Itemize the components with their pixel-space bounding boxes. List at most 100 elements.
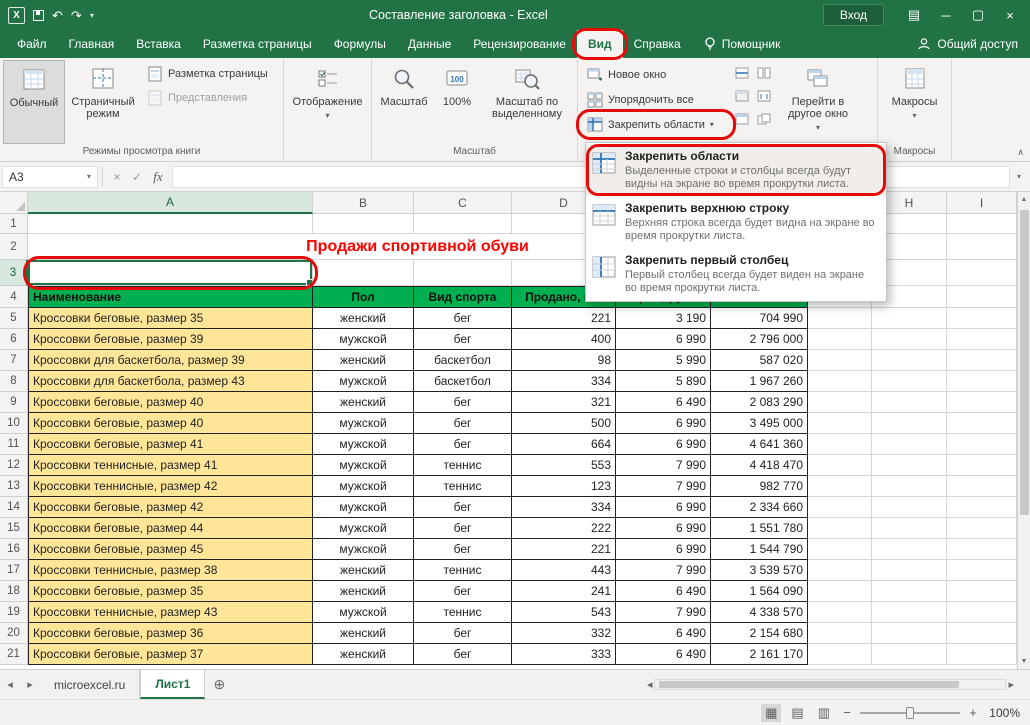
cell-F17[interactable]: 3 539 570: [711, 560, 808, 581]
cell-F6[interactable]: 2 796 000: [711, 329, 808, 350]
cell-E6[interactable]: 6 990: [616, 329, 711, 350]
switch-windows-button[interactable]: Перейти в другое окно ▾: [775, 60, 861, 144]
show-dropdown-button[interactable]: Отображение ▾: [288, 60, 368, 156]
macros-button[interactable]: Макросы ▾: [883, 60, 947, 144]
cell-C9[interactable]: бег: [414, 392, 512, 413]
cell-A14[interactable]: Кроссовки беговые, размер 42: [28, 497, 313, 518]
freeze-menu-item-0[interactable]: Закрепить областиВыделенные строки и сто…: [586, 144, 886, 196]
cell-F10[interactable]: 3 495 000: [711, 413, 808, 434]
row-header-21[interactable]: 21: [0, 644, 28, 665]
ribbon-tab-insert[interactable]: Вставка: [125, 30, 192, 58]
col-header-C[interactable]: C: [414, 192, 512, 214]
cell-B7[interactable]: женский: [313, 350, 414, 371]
cell-D10[interactable]: 500: [512, 413, 616, 434]
share-button[interactable]: Общий доступ: [905, 30, 1030, 58]
cell-C5[interactable]: бег: [414, 308, 512, 329]
cell-G6[interactable]: [808, 329, 872, 350]
chevron-down-icon[interactable]: ▾: [87, 172, 91, 181]
collapse-ribbon-icon[interactable]: ∧: [1017, 147, 1024, 158]
custom-views-button[interactable]: Представления: [141, 86, 274, 110]
scroll-left-icon[interactable]: ◂: [647, 678, 653, 691]
row-header-17[interactable]: 17: [0, 560, 28, 581]
cell-D21[interactable]: 333: [512, 644, 616, 665]
cell-F19[interactable]: 4 338 570: [711, 602, 808, 623]
insert-function-icon[interactable]: fx: [147, 169, 169, 185]
horizontal-scrollbar[interactable]: ◂ ▸: [647, 670, 1030, 699]
row-header-2[interactable]: 2: [0, 234, 28, 260]
cell-D7[interactable]: 98: [512, 350, 616, 371]
cell-F5[interactable]: 704 990: [711, 308, 808, 329]
cell-F8[interactable]: 1 967 260: [711, 371, 808, 392]
cell-F15[interactable]: 1 551 780: [711, 518, 808, 539]
cell-H9[interactable]: [872, 392, 947, 413]
cell-F18[interactable]: 1 564 090: [711, 581, 808, 602]
cell-A6[interactable]: Кроссовки беговые, размер 39: [28, 329, 313, 350]
cell-G21[interactable]: [808, 644, 872, 665]
cell-A1[interactable]: [28, 214, 313, 234]
cell-E11[interactable]: 6 990: [616, 434, 711, 455]
cell-C18[interactable]: бег: [414, 581, 512, 602]
cell-I9[interactable]: [947, 392, 1017, 413]
cell-E13[interactable]: 7 990: [616, 476, 711, 497]
cell-I7[interactable]: [947, 350, 1017, 371]
cell-B1[interactable]: [313, 214, 414, 234]
cell-E5[interactable]: 3 190: [616, 308, 711, 329]
cell-A5[interactable]: Кроссовки беговые, размер 35: [28, 308, 313, 329]
cell-C17[interactable]: теннис: [414, 560, 512, 581]
cell-G9[interactable]: [808, 392, 872, 413]
sheet-nav-right-icon[interactable]: ▸: [20, 670, 40, 699]
cell-I11[interactable]: [947, 434, 1017, 455]
col-header-B[interactable]: B: [313, 192, 414, 214]
view-side-by-side-icon[interactable]: [754, 63, 774, 82]
zoom-level[interactable]: 100%: [986, 706, 1020, 720]
cell-H12[interactable]: [872, 455, 947, 476]
synchronous-scrolling-icon[interactable]: [754, 86, 774, 105]
ribbon-tab-data[interactable]: Данные: [397, 30, 462, 58]
cell-B5[interactable]: женский: [313, 308, 414, 329]
cell-G13[interactable]: [808, 476, 872, 497]
cell-I1[interactable]: [947, 214, 1017, 234]
excel-app-icon[interactable]: X: [8, 7, 25, 24]
row-header-14[interactable]: 14: [0, 497, 28, 518]
cell-I6[interactable]: [947, 329, 1017, 350]
sheet-tab-microexcel.ru[interactable]: microexcel.ru: [40, 670, 140, 699]
sign-in-button[interactable]: Вход: [823, 4, 884, 26]
row-header-8[interactable]: 8: [0, 371, 28, 392]
cell-H13[interactable]: [872, 476, 947, 497]
row-header-20[interactable]: 20: [0, 623, 28, 644]
cell-F12[interactable]: 4 418 470: [711, 455, 808, 476]
cell-D12[interactable]: 553: [512, 455, 616, 476]
new-sheet-button[interactable]: ⊕: [205, 670, 233, 699]
cell-E19[interactable]: 7 990: [616, 602, 711, 623]
cell-G16[interactable]: [808, 539, 872, 560]
split-window-icon[interactable]: [732, 63, 752, 82]
cell-B3[interactable]: [313, 260, 414, 286]
zoom-slider-thumb[interactable]: [906, 707, 914, 719]
cell-G18[interactable]: [808, 581, 872, 602]
cell-A13[interactable]: Кроссовки теннисные, размер 42: [28, 476, 313, 497]
row-header-10[interactable]: 10: [0, 413, 28, 434]
cell-A20[interactable]: Кроссовки беговые, размер 36: [28, 623, 313, 644]
cancel-icon[interactable]: ×: [107, 170, 127, 184]
cell-G14[interactable]: [808, 497, 872, 518]
cell-C19[interactable]: теннис: [414, 602, 512, 623]
cell-E20[interactable]: 6 490: [616, 623, 711, 644]
freeze-panes-button[interactable]: Закрепить области ▾: [581, 112, 731, 137]
cell-H14[interactable]: [872, 497, 947, 518]
cell-D20[interactable]: 332: [512, 623, 616, 644]
cell-H20[interactable]: [872, 623, 947, 644]
cell-H8[interactable]: [872, 371, 947, 392]
cell-E14[interactable]: 6 990: [616, 497, 711, 518]
zoom-button[interactable]: Масштаб: [375, 60, 433, 144]
cell-I3[interactable]: [947, 260, 1017, 286]
close-button[interactable]: ×: [994, 1, 1026, 29]
normal-view-button[interactable]: Обычный: [3, 60, 65, 144]
cell-H19[interactable]: [872, 602, 947, 623]
cell-B17[interactable]: женский: [313, 560, 414, 581]
cell-C10[interactable]: бег: [414, 413, 512, 434]
sheet-tab-Лист1[interactable]: Лист1: [140, 670, 205, 699]
select-all-corner[interactable]: [0, 192, 28, 214]
scroll-down-icon[interactable]: ▼: [1021, 654, 1028, 669]
row-header-6[interactable]: 6: [0, 329, 28, 350]
cell-H21[interactable]: [872, 644, 947, 665]
